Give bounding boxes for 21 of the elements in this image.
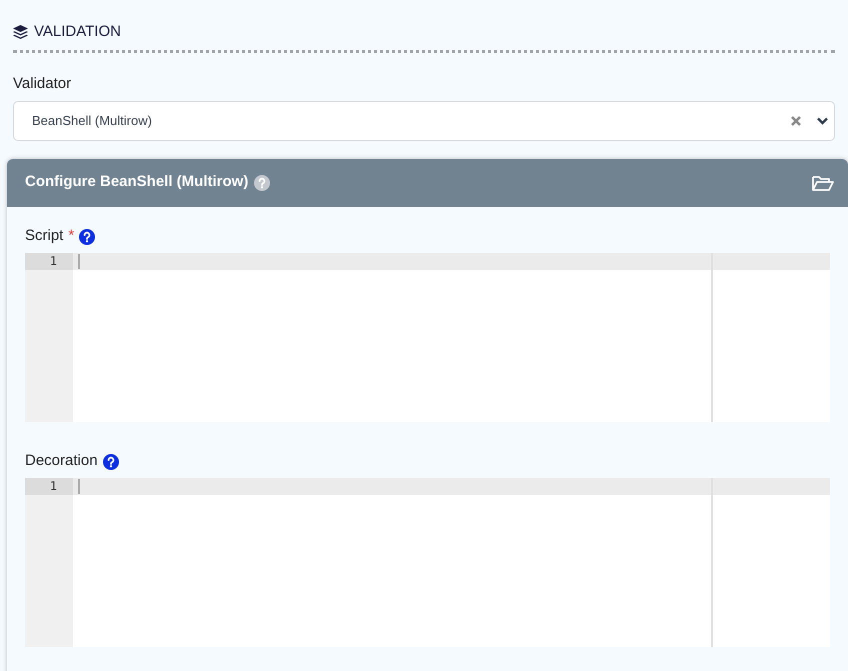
help-icon[interactable] xyxy=(102,454,119,470)
field-label: Script xyxy=(25,226,64,246)
line-number: 1 xyxy=(25,252,73,270)
panel-title: Configure BeanShell (Multirow) xyxy=(25,172,248,192)
code-editor[interactable]: 1 xyxy=(25,252,830,422)
validator-select[interactable]: BeanShell (Multirow) xyxy=(13,100,835,140)
field-label: Validator xyxy=(13,74,72,94)
clear-icon[interactable] xyxy=(791,116,801,126)
section-title: VALIDATION xyxy=(34,22,121,42)
help-icon[interactable] xyxy=(79,228,96,244)
code-editor[interactable]: 1 xyxy=(25,478,830,646)
line-number: 1 xyxy=(25,478,73,494)
layers-icon xyxy=(13,25,28,40)
field-label: Decoration xyxy=(25,451,98,472)
text-cursor xyxy=(78,254,80,268)
required-mark: * xyxy=(68,226,74,246)
select-value: BeanShell (Multirow) xyxy=(32,112,153,130)
text-cursor xyxy=(78,478,80,494)
chevron-down-icon[interactable] xyxy=(817,116,828,124)
folder-icon[interactable] xyxy=(812,174,834,190)
help-icon[interactable] xyxy=(254,174,270,190)
